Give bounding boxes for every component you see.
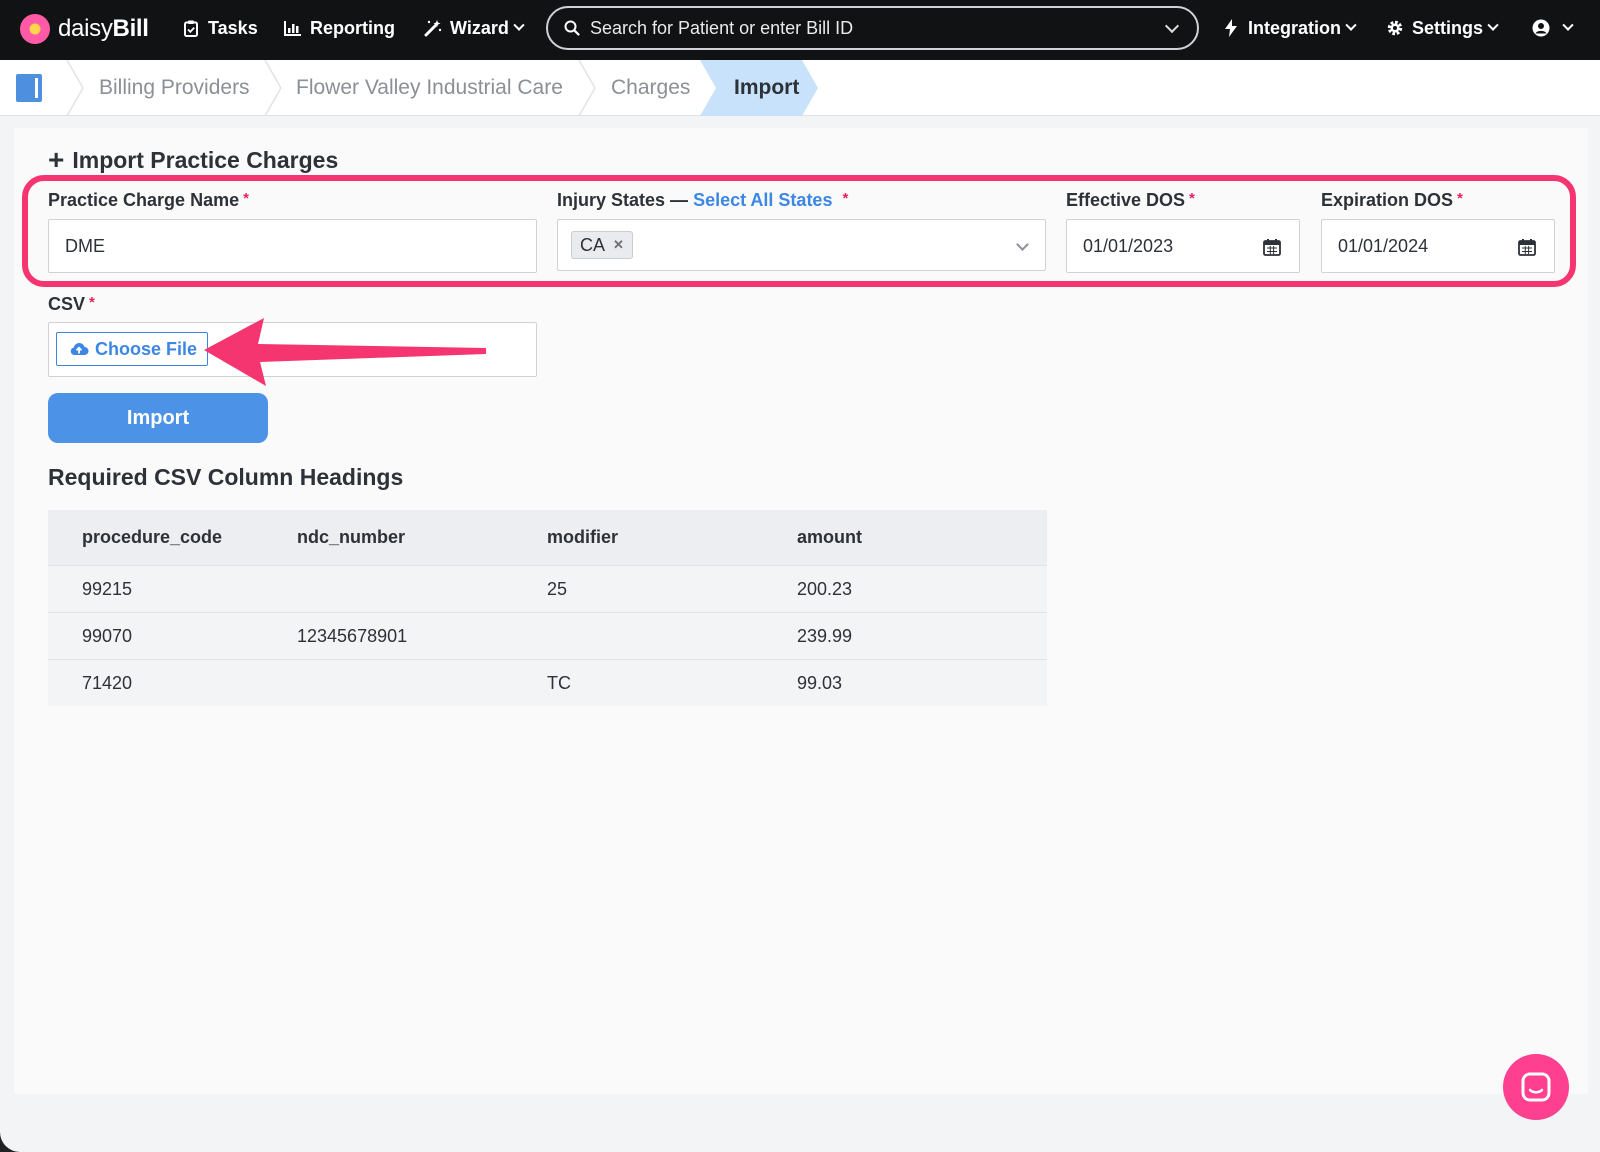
breadcrumb-charges[interactable]: Charges — [611, 60, 690, 116]
table-header-cell: modifier — [547, 527, 619, 547]
user-menu[interactable] — [1532, 0, 1574, 56]
breadcrumb: Billing Providers Flower Valley Industri… — [0, 59, 1600, 117]
required-mark: * — [243, 190, 249, 207]
breadcrumb-separator — [264, 59, 284, 117]
chat-bubble-icon — [1521, 1072, 1551, 1102]
nav-tasks[interactable]: Tasks — [182, 0, 258, 56]
calendar-icon[interactable] — [1518, 238, 1536, 256]
effective-dos-label: Effective DOS * — [1066, 190, 1195, 210]
nav-integration-label: Integration — [1248, 17, 1341, 38]
required-mark: * — [1457, 190, 1463, 207]
choose-file-label: Choose File — [95, 338, 198, 359]
nav-settings[interactable]: Settings — [1386, 0, 1499, 56]
table-cell — [547, 613, 797, 659]
daisy-flower-icon — [20, 14, 50, 44]
csv-label: CSV * — [48, 294, 95, 314]
magic-wand-icon — [424, 19, 442, 37]
search-icon — [564, 20, 580, 36]
breadcrumb-billing-providers[interactable]: Billing Providers — [99, 60, 250, 116]
remove-tag-icon[interactable]: ✕ — [613, 237, 624, 253]
required-mark: * — [89, 294, 95, 311]
calendar-icon[interactable] — [1263, 238, 1281, 256]
charge-name-input[interactable]: DME — [48, 219, 537, 273]
chat-launcher-button[interactable] — [1503, 1054, 1569, 1120]
table-header-cell: procedure_code — [82, 527, 223, 547]
top-nav: daisyBill Tasks Reporting Wizard Search … — [0, 0, 1600, 60]
table-cell: 25 — [547, 578, 568, 599]
chevron-down-icon — [1562, 19, 1574, 31]
choose-file-button[interactable]: Choose File — [56, 332, 208, 366]
expiration-dos-label: Expiration DOS * — [1321, 190, 1463, 210]
home-icon[interactable] — [16, 74, 42, 102]
csv-headings-title: Required CSV Column Headings — [48, 464, 404, 490]
brand-name: daisyBill — [58, 15, 149, 42]
breadcrumb-separator — [66, 59, 86, 117]
patient-search-input[interactable]: Search for Patient or enter Bill ID — [546, 6, 1199, 50]
chevron-down-icon — [1016, 238, 1029, 251]
table-cell: 200.23 — [797, 578, 853, 599]
breadcrumb-practice[interactable]: Flower Valley Industrial Care — [296, 60, 563, 116]
nav-wizard[interactable]: Wizard — [424, 0, 525, 56]
chevron-down-icon — [513, 19, 525, 31]
select-all-states-link[interactable]: Select All States — [693, 190, 832, 210]
nav-wizard-label: Wizard — [450, 17, 509, 38]
gear-icon — [1386, 19, 1404, 37]
required-mark: * — [1189, 190, 1195, 207]
clipboard-check-icon — [182, 19, 200, 37]
chevron-down-icon — [1487, 19, 1499, 31]
effective-dos-input[interactable]: 01/01/2023 — [1066, 219, 1300, 273]
nav-reporting[interactable]: Reporting — [284, 0, 395, 56]
table-cell — [297, 566, 547, 612]
injury-states-select[interactable]: CA ✕ — [557, 219, 1046, 271]
lightning-bolt-icon — [1222, 19, 1240, 37]
table-row: 71420 TC 99.03 — [48, 659, 1047, 706]
app-window: daisyBill Tasks Reporting Wizard Search … — [0, 0, 1600, 1152]
nav-settings-label: Settings — [1412, 17, 1484, 38]
state-tag-ca[interactable]: CA ✕ — [571, 231, 633, 259]
injury-states-label: Injury States — Select All States * — [557, 190, 849, 210]
expiration-dos-value: 01/01/2024 — [1338, 235, 1429, 256]
table-header-row: procedure_code ndc_number modifier amoun… — [48, 510, 1047, 565]
nav-reporting-label: Reporting — [310, 17, 395, 38]
table-cell: 71420 — [82, 672, 133, 693]
page-title: + Import Practice Charges — [48, 146, 338, 174]
csv-headings-table: procedure_code ndc_number modifier amoun… — [48, 510, 1047, 706]
charge-name-label: Practice Charge Name * — [48, 190, 249, 210]
table-cell: 12345678901 — [297, 625, 408, 646]
effective-dos-value: 01/01/2023 — [1083, 235, 1174, 256]
import-button[interactable]: Import — [48, 393, 268, 443]
page-title-text: Import Practice Charges — [72, 146, 339, 173]
required-mark: * — [842, 190, 849, 207]
table-cell: 99070 — [82, 625, 133, 646]
table-cell — [297, 660, 547, 706]
charge-name-value: DME — [65, 235, 105, 256]
plus-icon: + — [48, 144, 65, 175]
daisybill-logo[interactable]: daisyBill — [20, 12, 149, 46]
table-cell: 239.99 — [797, 625, 853, 646]
table-row: 99070 12345678901 239.99 — [48, 612, 1047, 659]
table-header-cell: amount — [797, 527, 862, 547]
breadcrumb-separator — [578, 59, 598, 117]
table-cell: 99.03 — [797, 672, 843, 693]
table-row: 99215 25 200.23 — [48, 565, 1047, 612]
search-placeholder: Search for Patient or enter Bill ID — [590, 17, 854, 38]
nav-integration[interactable]: Integration — [1222, 0, 1357, 56]
breadcrumb-import-label: Import — [734, 76, 800, 99]
table-cell: 99215 — [82, 578, 133, 599]
search-dropdown-chevron-icon[interactable] — [1164, 18, 1180, 34]
breadcrumb-import-active: Import — [700, 60, 820, 116]
table-cell: TC — [547, 672, 571, 693]
user-avatar-icon — [1532, 19, 1550, 37]
expiration-dos-input[interactable]: 01/01/2024 — [1321, 219, 1555, 273]
annotation-arrow-icon — [204, 318, 486, 386]
bar-chart-icon — [284, 19, 302, 37]
nav-tasks-label: Tasks — [208, 17, 258, 38]
state-tag-label: CA — [580, 234, 606, 255]
table-header-cell: ndc_number — [297, 527, 406, 547]
chevron-down-icon — [1345, 19, 1357, 31]
cloud-upload-icon — [70, 342, 89, 355]
